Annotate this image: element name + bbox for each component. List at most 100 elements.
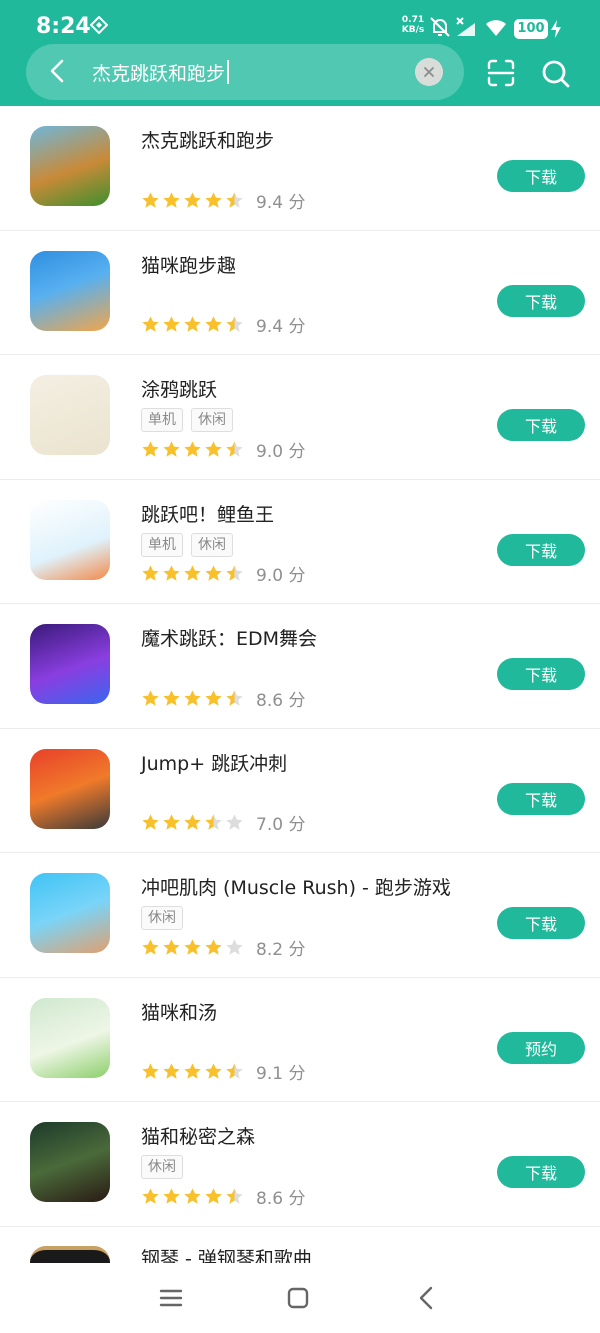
text-caret xyxy=(227,60,229,84)
tag-badge: 休闲 xyxy=(141,1155,183,1179)
download-button[interactable]: 下载 xyxy=(497,160,585,192)
app-title: 冲吧肌肉 (Muscle Rush) - 跑步游戏 xyxy=(141,877,451,899)
tag-badge: 休闲 xyxy=(191,532,233,557)
star-icon xyxy=(184,689,201,706)
app-icon xyxy=(30,873,110,953)
star-icon xyxy=(163,191,180,208)
star-icon xyxy=(163,1063,180,1079)
star-icon xyxy=(205,565,222,581)
star-icon xyxy=(184,565,201,581)
rating-score: 9.4 分 xyxy=(256,317,306,337)
download-button[interactable]: 下载 xyxy=(497,658,585,690)
clear-icon[interactable] xyxy=(415,58,443,86)
rating-score: 9.1 分 xyxy=(256,1064,306,1084)
charging-icon xyxy=(551,20,561,38)
tag-badge: 单机 xyxy=(141,532,183,557)
app-title: 涂鸦跳跃 xyxy=(141,379,218,401)
star-icon xyxy=(226,814,243,830)
rating-score: 7.0 分 xyxy=(256,815,306,835)
reserve-button[interactable]: 预约 xyxy=(497,1031,585,1064)
list-item[interactable]: 杰克跳跃和跑步 9.4 分 下载 xyxy=(0,106,600,231)
rating: 9.4 分 xyxy=(141,314,306,337)
download-button[interactable]: 下载 xyxy=(497,782,585,815)
rating: 8.6 分 xyxy=(141,1185,306,1209)
star-icon xyxy=(205,689,222,706)
star-icon xyxy=(142,565,159,581)
app-title: 猫和秘密之森 xyxy=(141,1126,256,1148)
list-item[interactable]: Jump+ 跳跃冲刺 7.0 分 下载 xyxy=(0,729,600,853)
app-title: 魔术跳跃：EDM舞会 xyxy=(141,628,318,650)
navigation-diamond-icon xyxy=(90,16,108,34)
star-icon xyxy=(226,440,243,457)
navigation-bar xyxy=(0,1263,600,1333)
signal-off-icon xyxy=(456,17,475,36)
list-item-partial[interactable]: 钢琴 - 弹钢琴和歌曲 xyxy=(0,1226,600,1266)
star-icon xyxy=(142,814,159,830)
star-icon xyxy=(205,1063,222,1079)
star-icon xyxy=(226,1187,243,1204)
rating: 9.4 分 xyxy=(141,189,306,213)
app-icon xyxy=(30,250,110,331)
star-icon xyxy=(163,814,180,830)
download-button[interactable]: 下载 xyxy=(497,907,585,939)
star-icon xyxy=(142,938,159,955)
download-button[interactable]: 下载 xyxy=(497,409,585,441)
star-icon xyxy=(184,814,201,830)
back-icon[interactable] xyxy=(44,57,72,85)
rating-score: 8.2 分 xyxy=(256,939,306,960)
tag-badge: 单机 xyxy=(141,408,183,432)
rating-score: 8.6 分 xyxy=(256,1188,306,1209)
status-bar: 8:24 0.71 KB/s 100 xyxy=(0,0,600,40)
rating-score: 9.4 分 xyxy=(256,192,306,213)
star-icon xyxy=(226,689,243,706)
app-icon xyxy=(30,126,110,206)
home-icon[interactable] xyxy=(283,1283,313,1313)
star-icon xyxy=(184,1187,201,1204)
list-item[interactable]: 猫咪跑步趣 9.4 分 下载 xyxy=(0,231,600,355)
scan-icon[interactable] xyxy=(486,58,516,88)
search-input[interactable] xyxy=(92,58,402,86)
back-icon[interactable] xyxy=(412,1283,442,1313)
tag-badge: 休闲 xyxy=(191,408,233,432)
list-item[interactable]: 猫咪和汤 9.1 分 预约 xyxy=(0,978,600,1102)
star-icon xyxy=(226,316,243,332)
star-icon xyxy=(184,440,201,457)
star-icon xyxy=(226,565,243,581)
download-button[interactable]: 下载 xyxy=(497,533,585,566)
rating: 8.6 分 xyxy=(141,687,305,711)
star-icon xyxy=(205,938,222,955)
app-icon xyxy=(30,375,110,455)
star-icon xyxy=(163,565,180,581)
app-icon xyxy=(30,499,110,580)
net-speed: 0.71 KB/s xyxy=(401,15,425,35)
star-icon xyxy=(184,1063,201,1079)
rating: 9.1 分 xyxy=(141,1061,306,1084)
menu-icon[interactable] xyxy=(156,1283,186,1313)
star-icon xyxy=(142,1187,159,1204)
star-icon xyxy=(184,938,201,955)
search-icon[interactable] xyxy=(540,58,572,90)
wifi-icon xyxy=(486,20,506,36)
star-icon xyxy=(184,316,201,332)
app-icon xyxy=(30,748,110,829)
list-item[interactable]: 冲吧肌肉 (Muscle Rush) - 跑步游戏 休闲 8.2 分 下载 xyxy=(0,853,600,978)
list-item[interactable]: 猫和秘密之森 休闲 8.6 分 下载 xyxy=(0,1102,600,1227)
star-icon xyxy=(142,689,159,706)
star-icon xyxy=(205,316,222,332)
download-button[interactable]: 下载 xyxy=(497,1156,585,1188)
rating: 9.0 分 xyxy=(141,563,306,586)
app-title: Jump+ 跳跃冲刺 xyxy=(141,752,288,775)
star-icon xyxy=(205,1187,222,1204)
status-time: 8:24 xyxy=(36,14,91,39)
app-icon xyxy=(30,624,110,704)
app-tags: 休闲 xyxy=(141,906,191,930)
list-item[interactable]: 涂鸦跳跃 单机 休闲 9.0 分 下载 xyxy=(0,355,600,480)
list-item[interactable]: 魔术跳跃：EDM舞会 8.6 分 下载 xyxy=(0,604,600,729)
rating: 8.2 分 xyxy=(141,936,306,960)
app-title: 猫咪跑步趣 xyxy=(141,254,237,277)
star-icon xyxy=(163,316,180,332)
rating-score: 9.0 分 xyxy=(256,566,306,586)
download-button[interactable]: 下载 xyxy=(497,284,585,317)
star-icon xyxy=(163,938,180,955)
list-item[interactable]: 跳跃吧！鲤鱼王 单机 休闲 9.0 分 下载 xyxy=(0,480,600,604)
